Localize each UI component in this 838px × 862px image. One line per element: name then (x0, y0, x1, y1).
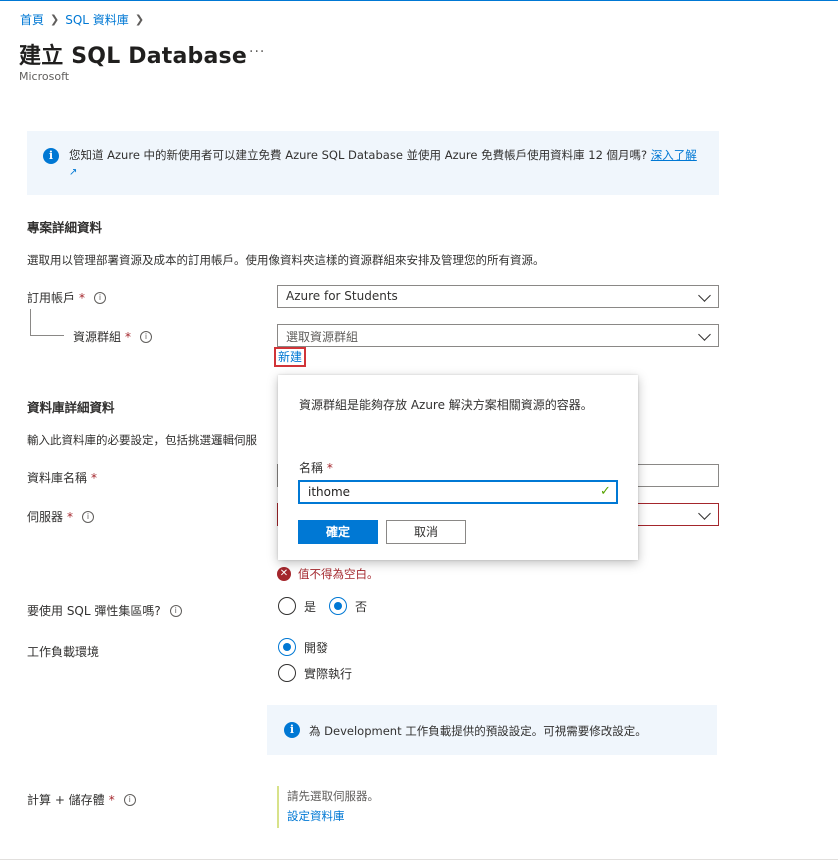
callout-name-label: 名稱 * (299, 459, 333, 476)
learn-more-link[interactable]: 深入了解 (651, 148, 697, 162)
required-mark: * (67, 509, 74, 524)
database-details-description: 輸入此資料庫的必要設定，包括挑選邏輯伺服 (27, 433, 257, 447)
required-mark: * (91, 470, 98, 485)
tree-connector-horizontal (30, 335, 64, 336)
workload-environment-label: 工作負載環境 (27, 643, 99, 660)
elastic-pool-no-label: 否 (355, 599, 368, 614)
elastic-pool-label: 要使用 SQL 彈性集區嗎? i (27, 602, 182, 619)
resource-group-label-text: 資源群組 (73, 330, 122, 344)
chevron-down-icon (698, 289, 711, 302)
subscription-dropdown[interactable]: Azure for Students (277, 285, 719, 308)
breadcrumb: 首頁 ❯ SQL 資料庫 ❯ (20, 11, 144, 28)
database-name-label: 資料庫名稱 * (27, 469, 97, 486)
required-mark: * (79, 290, 86, 305)
compute-hint-text: 請先選取伺服器。 (287, 789, 379, 803)
elastic-pool-yes-label: 是 (304, 599, 317, 614)
breadcrumb-sql-databases-link[interactable]: SQL 資料庫 (65, 11, 129, 28)
resource-group-label: 資源群組 * i (73, 328, 153, 345)
resource-group-dropdown[interactable]: 選取資源群組 (277, 324, 719, 347)
checkmark-icon: ✓ (600, 484, 611, 499)
subscription-label-text: 訂用帳戶 (27, 291, 76, 305)
server-label-text: 伺服器 (27, 510, 64, 524)
page-title: 建立 SQL Database (19, 44, 247, 69)
workload-production-option[interactable]: 實際執行 (278, 664, 352, 682)
required-mark: * (108, 792, 115, 807)
workload-info-text: 為 Development 工作負載提供的預設設定。可視需要修改設定。 (309, 724, 647, 738)
ok-button[interactable]: 確定 (298, 520, 378, 544)
database-details-heading: 資料庫詳細資料 (27, 400, 115, 415)
workload-info-banner: i 為 Development 工作負載提供的預設設定。可視需要修改設定。 (267, 705, 717, 755)
info-circle-icon[interactable]: i (82, 510, 95, 523)
callout-description: 資源群組是能夠存放 Azure 解決方案相關資源的容器。 (299, 398, 593, 412)
cancel-button[interactable]: 取消 (386, 520, 466, 544)
workload-production-label: 實際執行 (304, 666, 353, 681)
top-accent-line (0, 0, 838, 1)
configure-database-link[interactable]: 設定資料庫 (287, 809, 345, 823)
server-label: 伺服器 * i (27, 508, 95, 525)
more-options-button[interactable]: ··· (249, 44, 265, 60)
compute-storage-box: 請先選取伺服器。 設定資料庫 (277, 786, 477, 828)
workload-label-text: 工作負載環境 (27, 645, 100, 659)
resource-group-placeholder: 選取資源群組 (286, 330, 359, 344)
free-offer-info-banner: i 您知道 Azure 中的新使用者可以建立免費 Azure SQL Datab… (27, 131, 719, 195)
error-x-icon: ✕ (277, 567, 291, 581)
compute-storage-label-text: 計算 + 儲存體 (27, 793, 105, 807)
info-banner-text: 您知道 Azure 中的新使用者可以建立免費 Azure SQL Databas… (69, 148, 651, 162)
callout-name-label-text: 名稱 (299, 461, 324, 475)
create-new-resource-group-link[interactable]: 新建 (274, 347, 307, 367)
chevron-down-icon (698, 507, 711, 520)
subscription-label: 訂用帳戶 * i (27, 289, 107, 306)
resource-group-name-input[interactable] (298, 480, 618, 504)
required-mark: * (326, 461, 333, 475)
info-icon: i (284, 722, 300, 738)
elastic-pool-label-text: 要使用 SQL 彈性集區嗎? (27, 604, 161, 618)
bottom-divider (0, 859, 838, 860)
server-error-message: ✕ 值不得為空白。 (277, 566, 379, 582)
info-circle-icon[interactable]: i (169, 604, 182, 617)
chevron-right-icon: ❯ (134, 13, 145, 26)
info-circle-icon[interactable]: i (123, 793, 136, 806)
external-link-icon[interactable]: ↗ (69, 167, 77, 178)
server-error-text: 值不得為空白。 (298, 567, 379, 581)
tree-connector-vertical (30, 309, 31, 335)
new-resource-group-callout: 資源群組是能夠存放 Azure 解決方案相關資源的容器。 名稱 * ✓ 確定 取… (278, 375, 638, 560)
project-details-heading: 專案詳細資料 (27, 220, 103, 235)
elastic-pool-no-option[interactable]: 否 (329, 597, 367, 615)
info-icon: i (43, 148, 59, 164)
chevron-right-icon: ❯ (50, 13, 60, 26)
required-mark: * (125, 329, 132, 344)
database-name-label-text: 資料庫名稱 (27, 471, 88, 485)
breadcrumb-home-link[interactable]: 首頁 (20, 11, 44, 28)
radio-button-selected[interactable] (329, 597, 347, 615)
radio-button-selected[interactable] (278, 638, 296, 656)
compute-storage-label: 計算 + 儲存體 * i (27, 791, 136, 808)
radio-button[interactable] (278, 664, 296, 682)
elastic-pool-yes-option[interactable]: 是 (278, 597, 316, 615)
chevron-down-icon (698, 328, 711, 341)
workload-development-label: 開發 (304, 640, 329, 655)
publisher-label: Microsoft (19, 70, 70, 83)
info-circle-icon[interactable]: i (94, 291, 107, 304)
workload-development-option[interactable]: 開發 (278, 638, 328, 656)
project-details-description: 選取用以管理部署資源及成本的訂用帳戶。使用像資料夾這樣的資源群組來安排及管理您的… (27, 253, 545, 267)
radio-button[interactable] (278, 597, 296, 615)
info-circle-icon[interactable]: i (140, 330, 153, 343)
subscription-value: Azure for Students (286, 289, 398, 303)
